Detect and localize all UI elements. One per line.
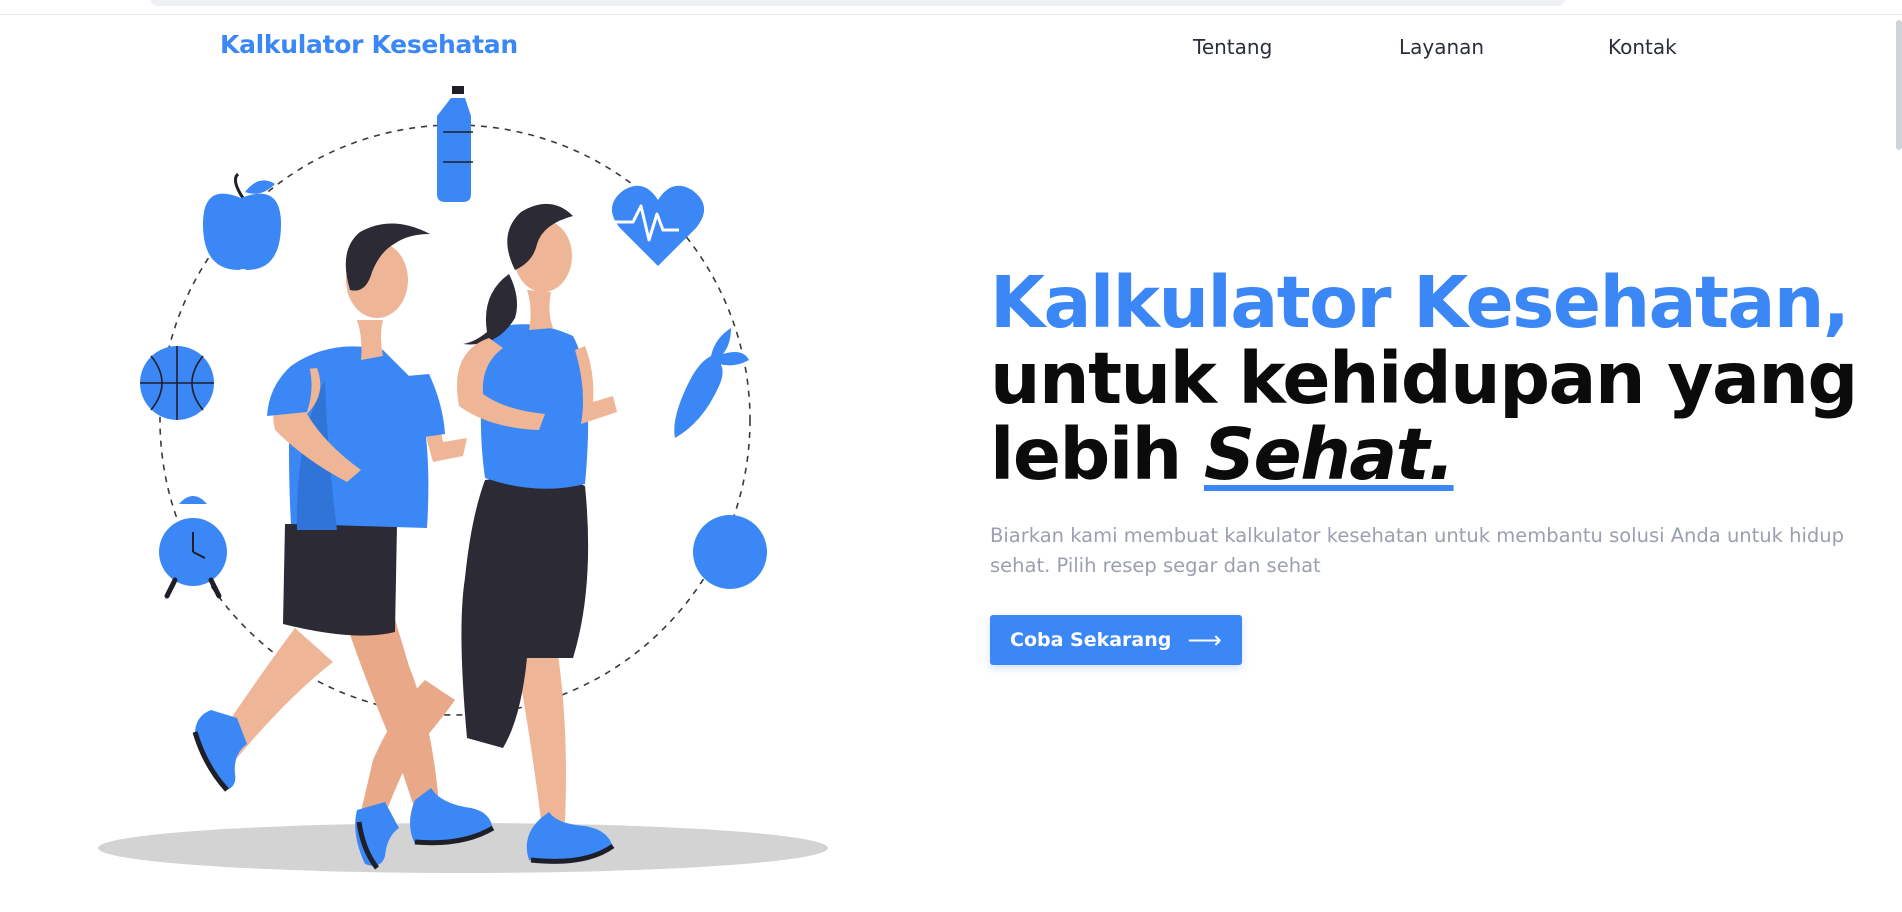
- basketball-icon: [140, 346, 214, 420]
- water-bottle-icon: [437, 86, 473, 202]
- man-runner: [192, 223, 495, 846]
- apple-icon: [203, 172, 281, 270]
- try-now-button[interactable]: Coba Sekarang ⟶: [990, 615, 1242, 665]
- carrot-icon: [674, 328, 749, 438]
- heartbeat-icon: [611, 185, 705, 266]
- hero-section: Kalkulator Kesehatan, untuk kehidupan ya…: [990, 265, 1890, 665]
- nav-link-layanan[interactable]: Layanan: [1399, 35, 1484, 59]
- hero-description: Biarkan kami membuat kalkulator kesehata…: [990, 524, 1845, 577]
- arrow-right-icon: ⟶: [1187, 626, 1222, 654]
- hero-title-emphasis: Sehat.: [1203, 413, 1455, 496]
- alarm-clock-icon: [159, 496, 227, 599]
- address-bar[interactable]: [150, 0, 1565, 6]
- brand-logo[interactable]: Kalkulator Kesehatan: [220, 30, 518, 59]
- hero-title-line-1: Kalkulator Kesehatan,: [990, 261, 1850, 344]
- browser-top-strip: [0, 0, 1902, 15]
- hero-illustration: [98, 86, 828, 873]
- nav-link-kontak[interactable]: Kontak: [1608, 35, 1677, 59]
- landing-page: Kalkulator Kesehatan Tentang Layanan Kon…: [0, 0, 1902, 912]
- hero-title-line-3: lebih Sehat.: [990, 417, 1890, 493]
- try-now-label: Coba Sekarang: [1010, 629, 1172, 651]
- hero-title-prefix: lebih: [990, 413, 1182, 496]
- scrollbar[interactable]: [1896, 20, 1902, 150]
- hero-title-line-2: untuk kehidupan yang: [990, 337, 1858, 420]
- nav-link-tentang[interactable]: Tentang: [1193, 35, 1272, 59]
- circle-icon: [693, 515, 767, 589]
